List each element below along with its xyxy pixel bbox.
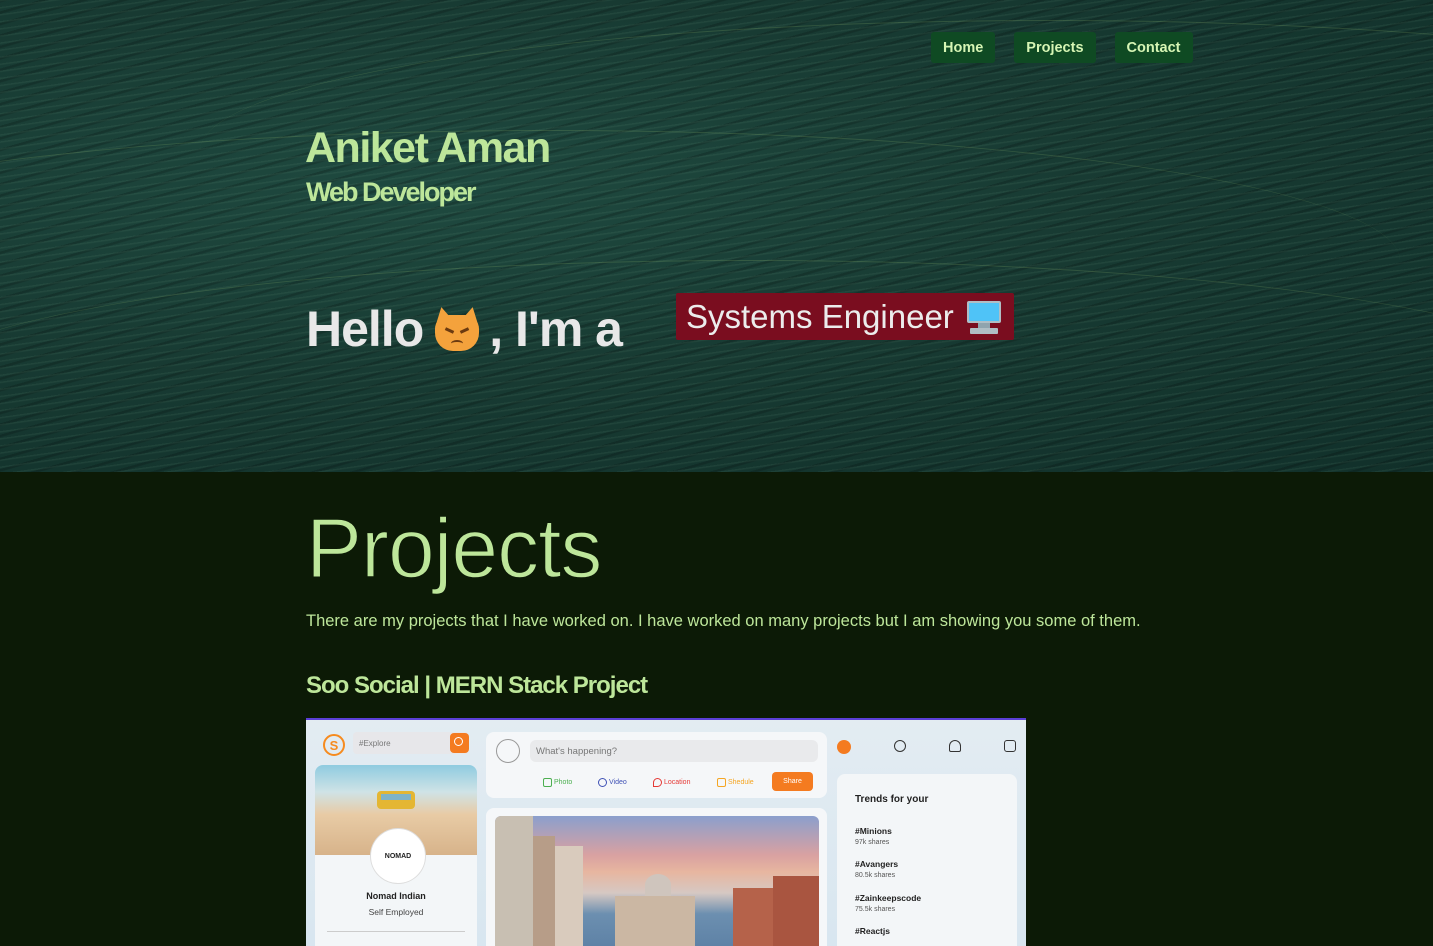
im-a-text: , I'm a (489, 301, 623, 357)
project-screenshot[interactable]: S #Explore NOMAD Nomad Indian Self Emplo… (306, 718, 1026, 946)
divider (327, 931, 465, 932)
photo-option: Photo (543, 778, 572, 787)
profile-job: Self Employed (368, 907, 424, 917)
video-icon (598, 778, 607, 787)
message-icon (1004, 740, 1016, 752)
desktop-computer-icon (966, 299, 1002, 335)
post-composer: What's happening? Photo Video Location S… (486, 732, 827, 798)
hero-name: Aniket Aman (305, 124, 551, 172)
nav-home-link[interactable]: Home (931, 32, 996, 63)
photo-icon (543, 778, 552, 787)
nav-projects-link[interactable]: Projects (1014, 32, 1096, 63)
dome-shape (645, 874, 671, 896)
gear-icon (894, 740, 906, 752)
share-button: Share (772, 772, 813, 791)
angry-cat-icon (432, 305, 482, 351)
calendar-icon (717, 778, 726, 787)
profile-name: Nomad Indian (366, 891, 426, 901)
trends-title: Trends for your (855, 794, 929, 805)
avatar: NOMAD (371, 829, 425, 883)
van-image (377, 791, 415, 809)
projects-heading: Projects (305, 500, 603, 596)
typed-role-text: Systems Engineer (686, 297, 954, 335)
profile-card: NOMAD Nomad Indian Self Employed (315, 765, 477, 946)
trend-item: #Avangers 80.5k shares (855, 859, 899, 879)
location-icon (653, 778, 662, 787)
trend-item: #Reactjs (855, 926, 890, 936)
composer-input: What's happening? (530, 740, 818, 762)
post-card (486, 808, 827, 946)
schedule-option: Shedule (717, 778, 754, 787)
home-icon (837, 740, 851, 754)
app-logo-icon: S (323, 734, 345, 756)
post-image (495, 816, 819, 946)
hello-line: Hello , I'm a (306, 300, 623, 358)
project-title: Soo Social | MERN Stack Project (306, 672, 648, 699)
hero-section: Home Projects Contact Aniket Aman Web De… (0, 0, 1433, 472)
video-option: Video (598, 778, 627, 787)
trend-item: #Zainkeepscode 75.5k shares (855, 893, 922, 913)
trend-item: #Minions 97k shares (855, 826, 892, 846)
typed-role-badge: Systems Engineer (676, 293, 1014, 340)
trends-card: Trends for your #Minions 97k shares #Ava… (837, 774, 1017, 946)
location-option: Location (653, 778, 690, 787)
hero-role: Web Developer (306, 177, 477, 207)
search-icon (450, 733, 469, 753)
hello-text: Hello (306, 301, 424, 357)
main-nav: Home Projects Contact (931, 32, 1193, 63)
composer-avatar (496, 739, 520, 763)
projects-description: There are my projects that I have worked… (306, 612, 1141, 630)
nav-contact-link[interactable]: Contact (1114, 32, 1193, 63)
bell-icon (949, 740, 961, 752)
